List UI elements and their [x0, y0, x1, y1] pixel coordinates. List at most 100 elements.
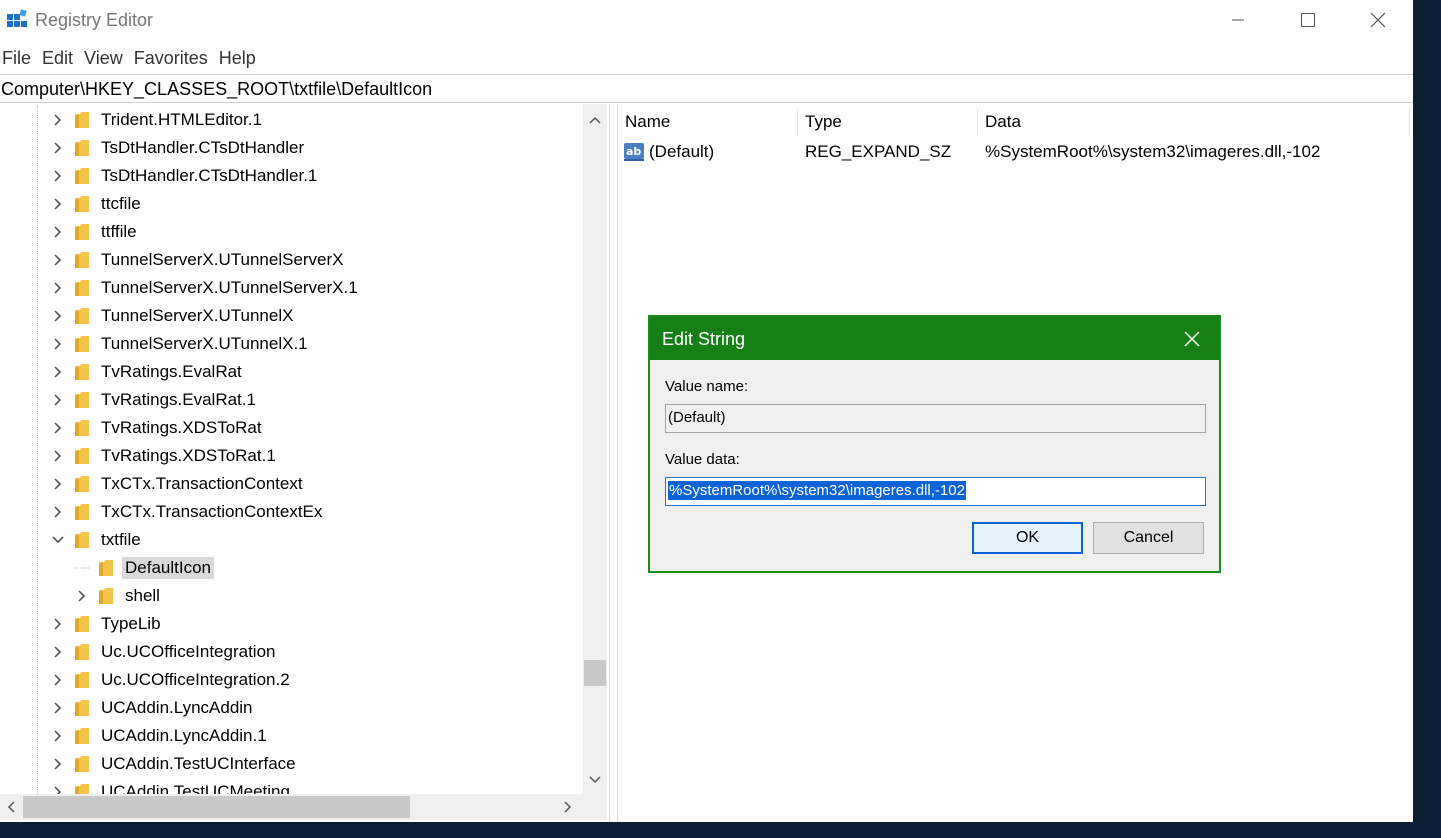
- chevron-right-icon[interactable]: [50, 728, 66, 744]
- menu-favorites[interactable]: Favorites: [131, 44, 216, 72]
- tree-item-label: ttcfile: [101, 194, 141, 213]
- chevron-right-icon[interactable]: [50, 644, 66, 660]
- tree-item[interactable]: TunnelServerX.UTunnelX.1: [50, 330, 311, 358]
- tree-item[interactable]: UCAddin.LyncAddin: [50, 694, 256, 722]
- tree-item[interactable]: TxCTx.TransactionContext: [50, 470, 306, 498]
- tree-item[interactable]: TvRatings.EvalRat.1: [50, 386, 259, 414]
- menu-bar: File Edit View Favorites Help: [0, 44, 264, 72]
- svg-text:ab: ab: [626, 145, 641, 158]
- tree-item[interactable]: TunnelServerX.UTunnelServerX.1: [50, 274, 361, 302]
- scroll-down-icon[interactable]: [583, 768, 607, 792]
- tree-item[interactable]: TunnelServerX.UTunnelX: [50, 302, 296, 330]
- tree-item[interactable]: TvRatings.XDSToRat: [50, 414, 265, 442]
- value-type: REG_EXPAND_SZ: [805, 142, 952, 161]
- tree-item[interactable]: txtfile: [50, 526, 144, 554]
- column-header-name[interactable]: Name: [618, 108, 798, 136]
- horizontal-scroll-thumb[interactable]: [23, 796, 410, 818]
- cancel-button[interactable]: Cancel: [1093, 522, 1204, 554]
- chevron-right-icon[interactable]: [50, 448, 66, 464]
- close-window-button[interactable]: [1343, 0, 1413, 40]
- close-icon[interactable]: [1180, 327, 1204, 351]
- menu-help[interactable]: Help: [216, 44, 264, 72]
- menu-view[interactable]: View: [81, 44, 131, 72]
- tree-item-label: UCAddin.LyncAddin.1: [101, 726, 267, 745]
- folder-icon: [74, 531, 90, 549]
- value-name: (Default): [649, 142, 715, 161]
- chevron-right-icon[interactable]: [50, 392, 66, 408]
- minimize-button[interactable]: [1203, 0, 1273, 40]
- maximize-button[interactable]: [1273, 0, 1343, 40]
- chevron-right-icon[interactable]: [50, 504, 66, 520]
- chevron-right-icon[interactable]: [50, 476, 66, 492]
- ok-button[interactable]: OK: [972, 522, 1083, 554]
- folder-icon: [74, 727, 90, 745]
- folder-icon: [74, 279, 90, 297]
- tree-item[interactable]: Trident.HTMLEditor.1: [50, 106, 265, 134]
- chevron-right-icon[interactable]: [50, 672, 66, 688]
- address-path[interactable]: Computer\HKEY_CLASSES_ROOT\txtfile\Defau…: [1, 79, 432, 100]
- chevron-right-icon[interactable]: [50, 112, 66, 128]
- chevron-right-icon[interactable]: [50, 756, 66, 772]
- tree-item[interactable]: TvRatings.EvalRat: [50, 358, 245, 386]
- tree-item[interactable]: DefaultIcon: [74, 554, 214, 582]
- scroll-up-icon[interactable]: [583, 108, 607, 132]
- title-bar[interactable]: Registry Editor: [0, 0, 1413, 40]
- tree-connector: [74, 560, 90, 576]
- chevron-right-icon[interactable]: [50, 308, 66, 324]
- tree-item-label: TunnelServerX.UTunnelX: [101, 306, 294, 325]
- tree-item-label: txtfile: [101, 530, 141, 549]
- value-data-input[interactable]: %SystemRoot%\system32\imageres.dll,-102: [665, 477, 1206, 506]
- folder-icon: [98, 559, 114, 577]
- chevron-right-icon[interactable]: [50, 364, 66, 380]
- chevron-right-icon[interactable]: [74, 588, 90, 604]
- tree-item[interactable]: ttffile: [50, 218, 140, 246]
- chevron-right-icon[interactable]: [50, 224, 66, 240]
- tree-item[interactable]: Uc.UCOfficeIntegration: [50, 638, 278, 666]
- chevron-right-icon[interactable]: [50, 252, 66, 268]
- folder-icon: [74, 363, 90, 381]
- tree-horizontal-scrollbar[interactable]: [0, 794, 583, 820]
- tree-item[interactable]: TunnelServerX.UTunnelServerX: [50, 246, 347, 274]
- folder-icon: [74, 671, 90, 689]
- folder-icon: [74, 755, 90, 773]
- folder-icon: [74, 475, 90, 493]
- chevron-right-icon[interactable]: [50, 140, 66, 156]
- tree-guide-line: [37, 106, 38, 796]
- vertical-scroll-thumb[interactable]: [584, 660, 606, 686]
- tree-item[interactable]: TxCTx.TransactionContextEx: [50, 498, 325, 526]
- folder-icon: [74, 307, 90, 325]
- tree-item[interactable]: ttcfile: [50, 190, 144, 218]
- column-header-data[interactable]: Data: [978, 108, 1410, 136]
- chevron-right-icon[interactable]: [50, 700, 66, 716]
- tree-item[interactable]: TypeLib: [50, 610, 164, 638]
- tree-item[interactable]: TsDtHandler.CTsDtHandler.1: [50, 162, 320, 190]
- menu-file[interactable]: File: [0, 44, 39, 72]
- folder-icon: [74, 643, 90, 661]
- tree-vertical-scrollbar[interactable]: [583, 104, 607, 794]
- chevron-right-icon[interactable]: [50, 196, 66, 212]
- tree-item[interactable]: Uc.UCOfficeIntegration.2: [50, 666, 293, 694]
- scroll-right-icon[interactable]: [557, 794, 579, 820]
- chevron-right-icon[interactable]: [50, 168, 66, 184]
- tree-item-label: Uc.UCOfficeIntegration.2: [101, 670, 290, 689]
- chevron-right-icon[interactable]: [50, 616, 66, 632]
- tree-item[interactable]: UCAddin.TestUCInterface: [50, 750, 299, 778]
- chevron-right-icon[interactable]: [50, 336, 66, 352]
- tree-item[interactable]: TsDtHandler.CTsDtHandler: [50, 134, 307, 162]
- tree-item[interactable]: shell: [74, 582, 163, 610]
- tree-item-label: DefaultIcon: [122, 557, 214, 579]
- address-bar[interactable]: Computer\HKEY_CLASSES_ROOT\txtfile\Defau…: [0, 74, 1413, 103]
- menu-edit[interactable]: Edit: [39, 44, 81, 72]
- chevron-right-icon[interactable]: [50, 420, 66, 436]
- scroll-left-icon[interactable]: [0, 794, 22, 820]
- tree-item-label: Trident.HTMLEditor.1: [101, 110, 262, 129]
- dialog-title-bar[interactable]: Edit String: [650, 317, 1219, 360]
- chevron-down-icon[interactable]: [50, 532, 66, 548]
- chevron-right-icon[interactable]: [50, 280, 66, 296]
- value-name-field: (Default): [665, 404, 1206, 433]
- tree-item[interactable]: UCAddin.LyncAddin.1: [50, 722, 270, 750]
- column-header-type[interactable]: Type: [798, 108, 978, 136]
- value-row[interactable]: ab (Default) REG_EXPAND_SZ %SystemRoot%\…: [618, 138, 1414, 166]
- scroll-corner: [583, 794, 607, 820]
- tree-item[interactable]: TvRatings.XDSToRat.1: [50, 442, 279, 470]
